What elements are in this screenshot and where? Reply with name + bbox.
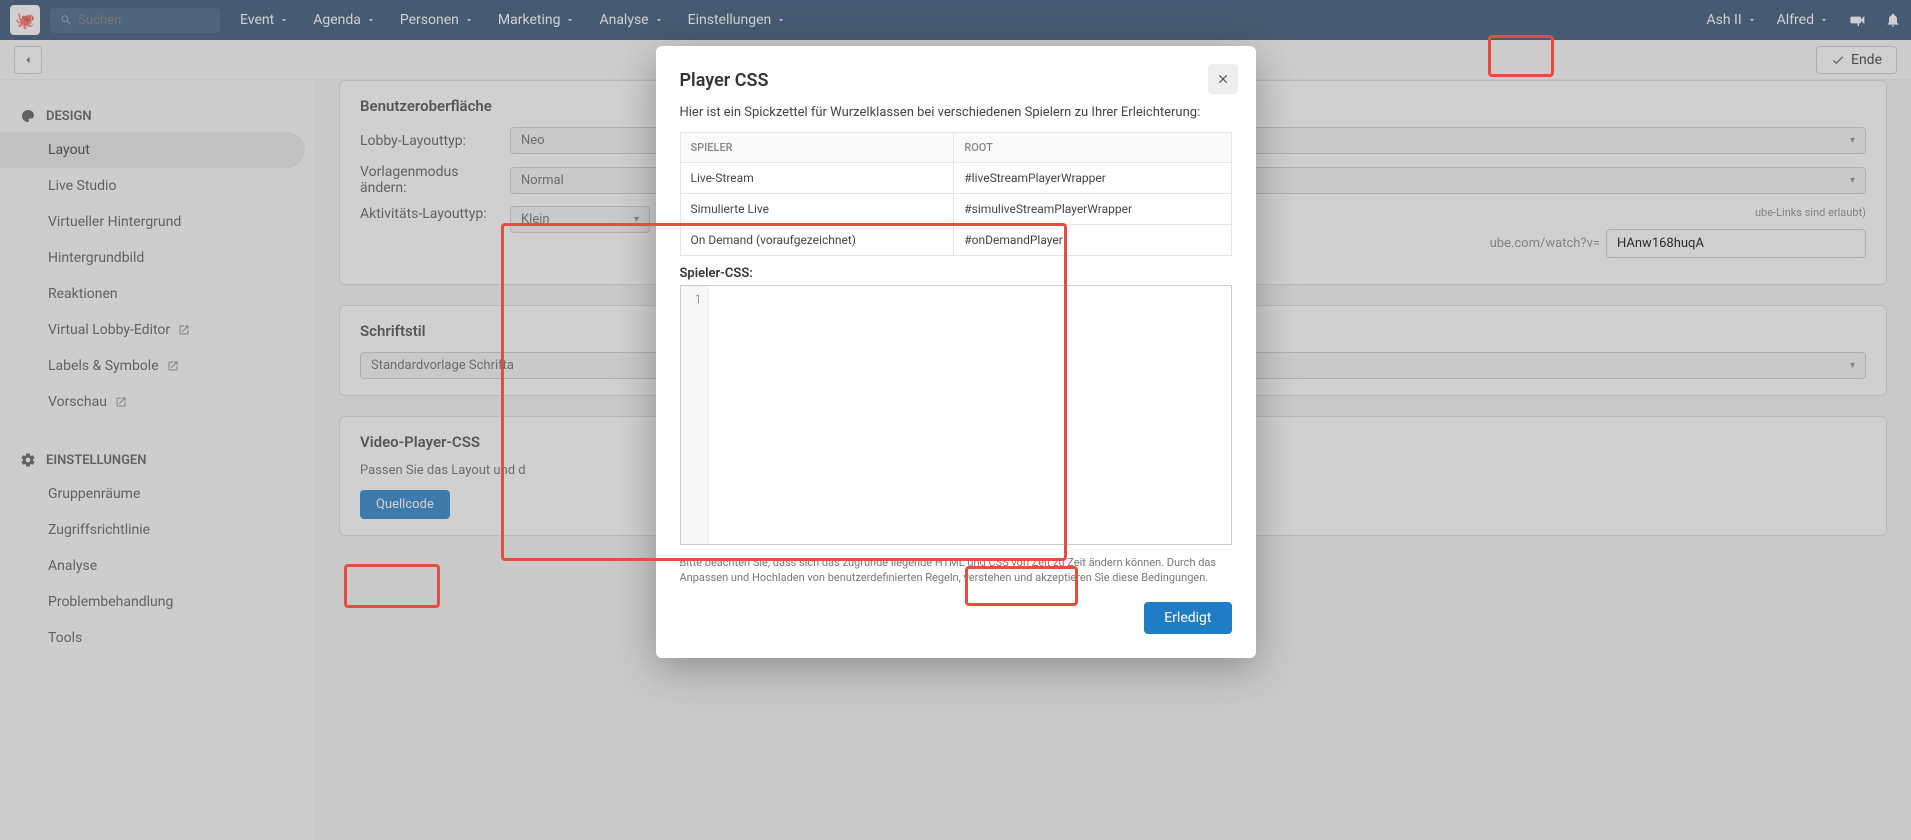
th-spieler: SPIELER [680,133,954,163]
modal-title: Player CSS [680,70,1232,91]
table-row: Simulierte Live#simuliveStreamPlayerWrap… [680,194,1231,225]
erledigt-button[interactable]: Erledigt [1144,602,1231,634]
close-button[interactable] [1208,64,1238,94]
modal-table: SPIELER ROOT Live-Stream#liveStreamPlaye… [680,132,1232,256]
editor-label: Spieler-CSS: [680,266,1232,281]
modal-footer: Erledigt [680,602,1232,634]
table-row: Live-Stream#liveStreamPlayerWrapper [680,163,1231,194]
modal-note: Bitte beachten Sie, dass sich das zugrun… [680,555,1232,586]
table-row: On Demand (voraufgezeichnet)#onDemandPla… [680,225,1231,256]
close-icon [1216,72,1230,86]
editor-code-area[interactable] [709,286,1231,544]
th-root: ROOT [954,133,1231,163]
css-editor[interactable]: 1 [680,285,1232,545]
editor-gutter: 1 [681,286,709,544]
modal-intro: Hier ist ein Spickzettel für Wurzelklass… [680,105,1232,120]
player-css-modal: Player CSS Hier ist ein Spickzettel für … [656,46,1256,658]
